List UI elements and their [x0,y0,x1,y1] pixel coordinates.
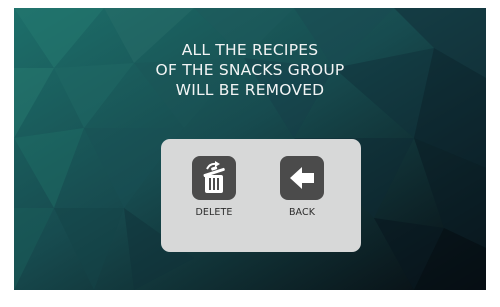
delete-button-icon-box[interactable] [192,156,236,200]
touch-screen: ALL THE RECIPES OF THE SNACKS GROUP WILL… [14,8,486,290]
back-arrow-icon [290,167,314,189]
back-button-label: BACK [288,207,316,218]
back-button[interactable]: BACK [265,156,339,218]
confirmation-message: ALL THE RECIPES OF THE SNACKS GROUP WILL… [14,40,486,100]
trash-icon [203,161,225,193]
delete-button[interactable]: DELETE [177,156,251,218]
dialog-panel: DELETE BACK [161,139,361,252]
message-line-3: WILL BE REMOVED [175,81,325,99]
message-line-1: ALL THE RECIPES [181,41,319,59]
back-button-icon-box[interactable] [280,156,324,200]
message-line-2: OF THE SNACKS GROUP [155,61,345,79]
delete-button-label: DELETE [195,207,233,218]
device-frame: ALL THE RECIPES OF THE SNACKS GROUP WILL… [0,0,500,307]
